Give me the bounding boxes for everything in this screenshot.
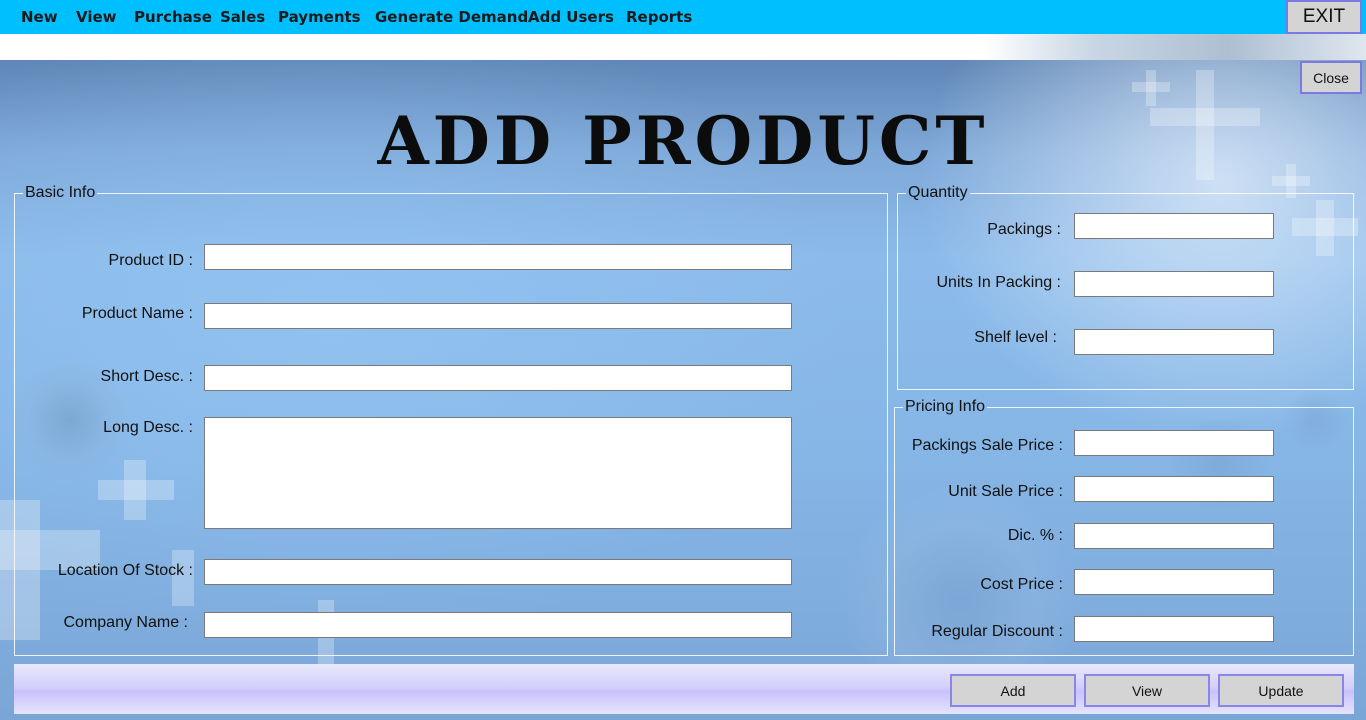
disc-percent-label: Dic. % :: [1007, 527, 1063, 544]
basic-info-legend: Basic Info: [25, 184, 96, 201]
product-name-label: Product Name :: [81, 305, 193, 322]
company-name-input[interactable]: [204, 612, 792, 638]
menu-item-new[interactable]: New: [21, 8, 58, 26]
unit-sale-price-label: Unit Sale Price :: [948, 483, 1063, 500]
view-button[interactable]: View: [1084, 674, 1210, 707]
menu-item-sales[interactable]: Sales: [220, 8, 265, 26]
units-in-packing-label: Units In Packing :: [936, 274, 1062, 291]
shelf-level-label: Shelf level :: [974, 329, 1057, 346]
menu-bar: New View Purchase Sales Payments Generat…: [0, 0, 1366, 34]
menu-item-add-users[interactable]: Add Users: [528, 8, 614, 26]
page-title: ADD PRODUCT: [377, 102, 989, 180]
cost-price-input[interactable]: [1074, 569, 1274, 595]
menu-item-reports[interactable]: Reports: [626, 8, 692, 26]
location-of-stock-label: Location Of Stock :: [57, 562, 193, 579]
quantity-legend: Quantity: [908, 184, 968, 201]
pricing-info-legend: Pricing Info: [905, 398, 986, 415]
company-name-label: Company Name :: [63, 614, 189, 631]
menu-item-purchase[interactable]: Purchase: [134, 8, 212, 26]
location-of-stock-input[interactable]: [204, 559, 792, 585]
packings-sale-price-input[interactable]: [1074, 430, 1274, 456]
exit-button[interactable]: EXIT: [1286, 0, 1362, 34]
menu-item-payments[interactable]: Payments: [278, 8, 361, 26]
long-desc-label: Long Desc. :: [103, 419, 193, 436]
packings-input[interactable]: [1074, 213, 1274, 239]
units-in-packing-input[interactable]: [1074, 271, 1274, 297]
regular-discount-label: Regular Discount :: [931, 623, 1063, 640]
menu-item-view[interactable]: View: [76, 8, 117, 26]
add-product-panel: Close ADD PRODUCT Basic Info Product ID …: [0, 60, 1366, 720]
short-desc-input[interactable]: [204, 365, 792, 391]
update-button[interactable]: Update: [1218, 674, 1344, 707]
regular-discount-input[interactable]: [1074, 616, 1274, 642]
long-desc-textarea[interactable]: [204, 417, 792, 529]
product-name-input[interactable]: [204, 303, 792, 329]
header-strip: [0, 34, 1366, 60]
close-button[interactable]: Close: [1300, 61, 1362, 94]
packings-label: Packings :: [987, 221, 1061, 238]
disc-percent-input[interactable]: [1074, 523, 1274, 549]
menu-item-generate-demand[interactable]: Generate Demand: [375, 8, 528, 26]
unit-sale-price-input[interactable]: [1074, 476, 1274, 502]
add-button[interactable]: Add: [950, 674, 1076, 707]
short-desc-label: Short Desc. :: [100, 368, 193, 385]
product-id-label: Product ID :: [108, 252, 193, 269]
cost-price-label: Cost Price :: [980, 576, 1063, 593]
packings-sale-price-label: Packings Sale Price :: [911, 437, 1063, 454]
product-id-input[interactable]: [204, 244, 792, 270]
shelf-level-input[interactable]: [1074, 329, 1274, 355]
